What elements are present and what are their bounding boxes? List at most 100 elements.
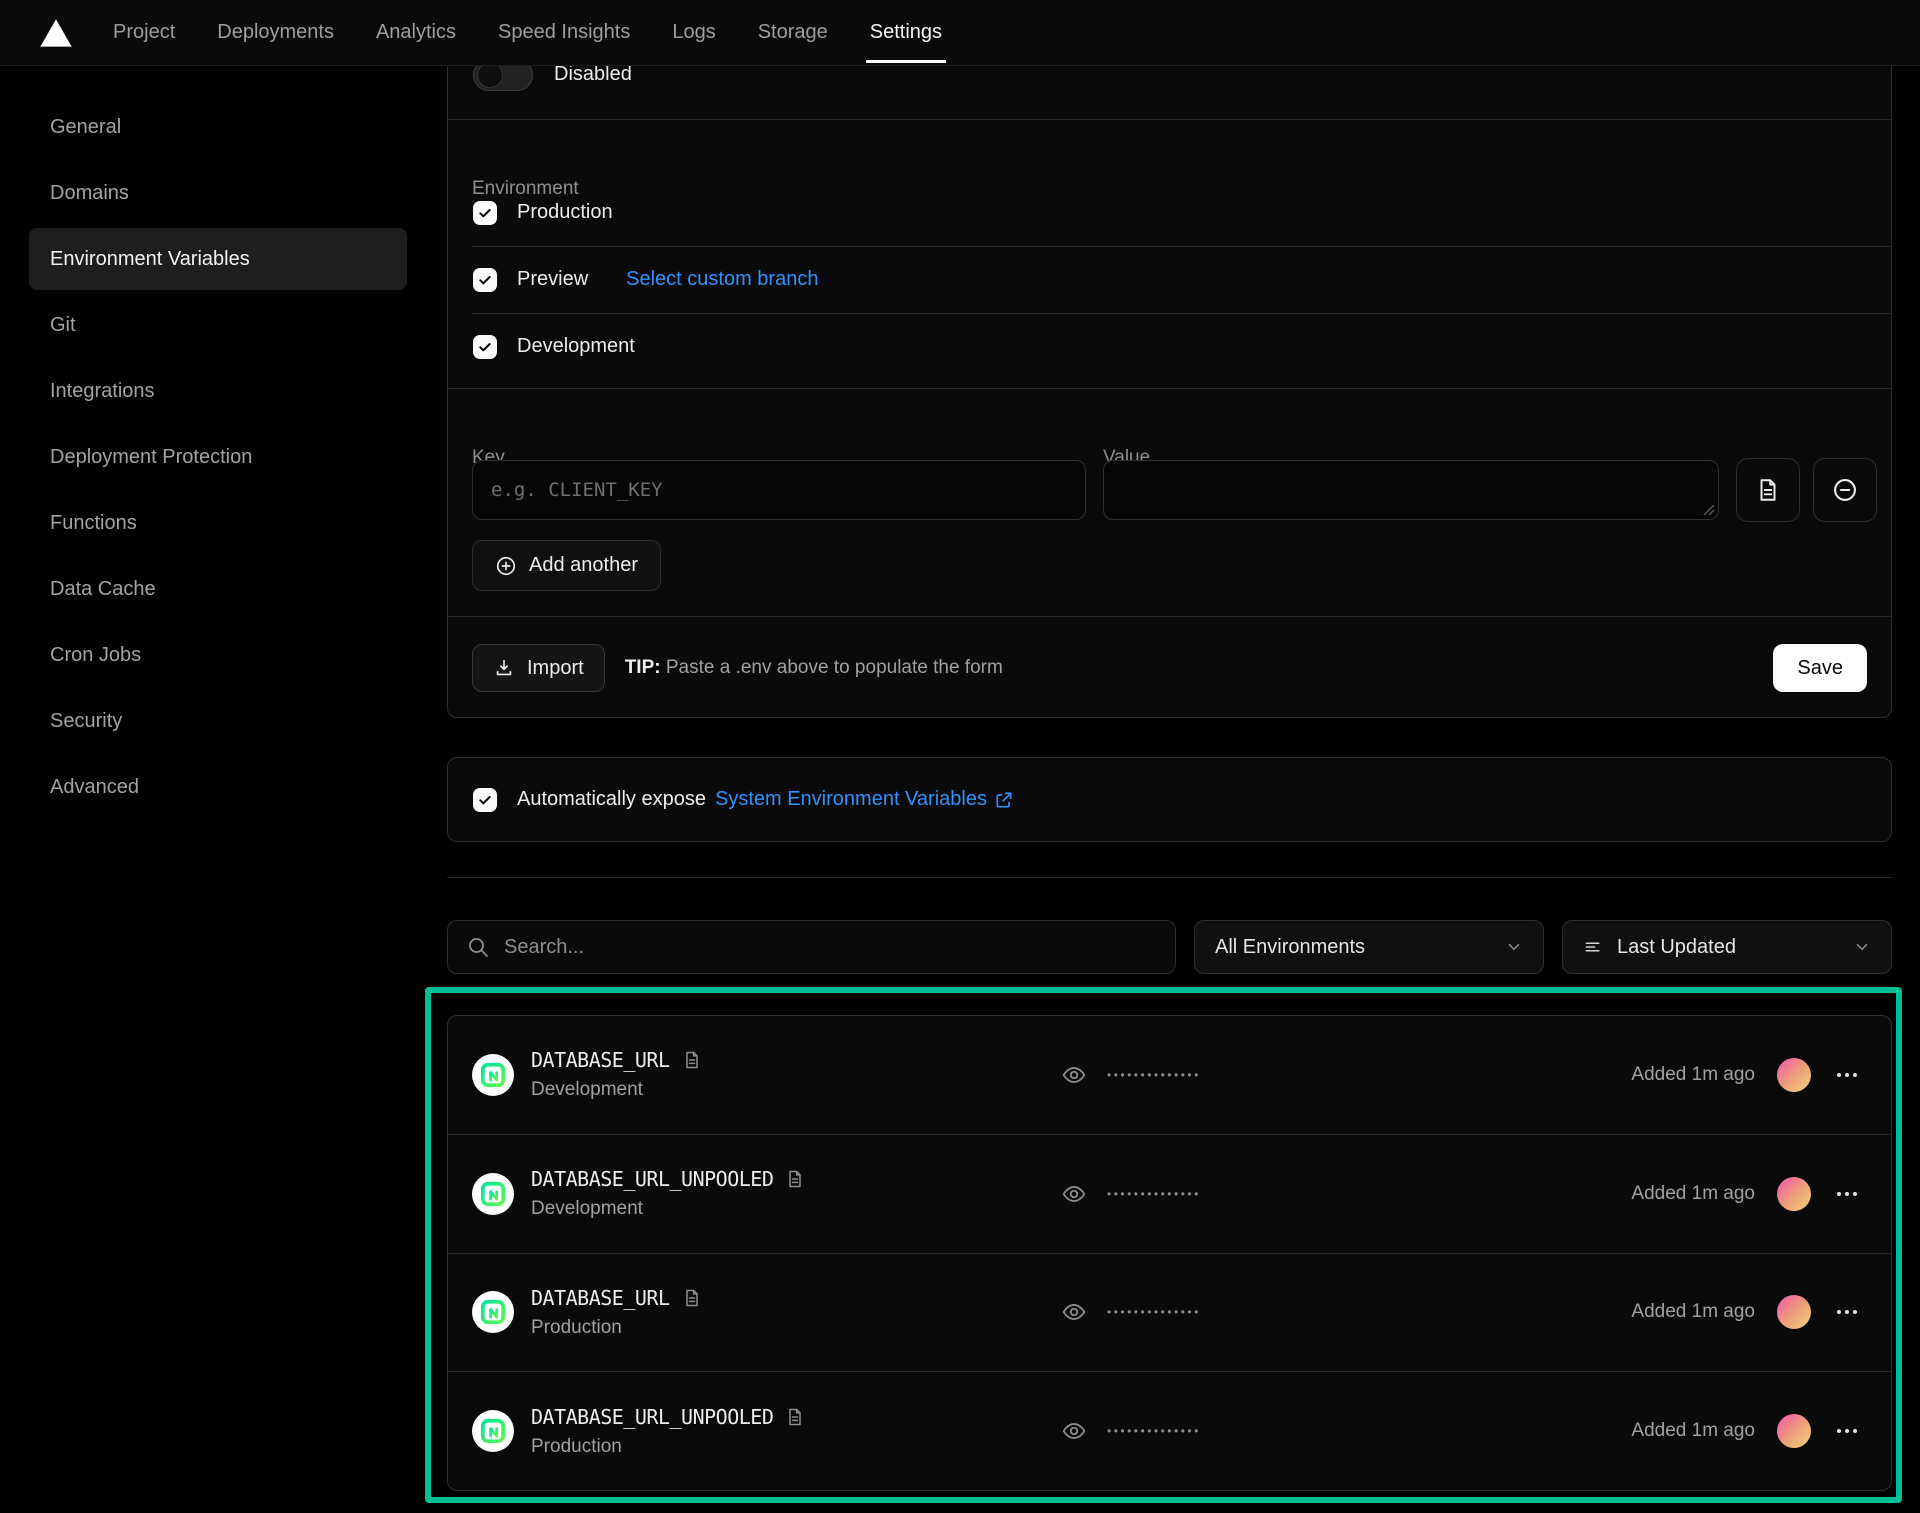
added-timestamp: Added 1m ago [1631, 1183, 1755, 1205]
sort-lines-icon [1583, 937, 1603, 957]
sidebar-item-general[interactable]: General [29, 96, 407, 158]
sidebar-item-functions[interactable]: Functions [29, 492, 407, 554]
sidebar-item-security[interactable]: Security [29, 690, 407, 752]
chevron-down-icon [1853, 938, 1871, 956]
sidebar-item-git[interactable]: Git [29, 294, 407, 356]
neon-integration-icon [472, 1054, 514, 1096]
vercel-logo-icon[interactable] [38, 17, 74, 49]
env-var-key: DATABASE_URL [531, 1048, 670, 1072]
select-custom-branch-link[interactable]: Select custom branch [626, 268, 818, 291]
divider [448, 388, 1891, 389]
search-box [447, 920, 1176, 974]
sidebar-item-domains[interactable]: Domains [29, 162, 407, 224]
masked-value-group: •••••••••••••• [1061, 1062, 1201, 1088]
key-input[interactable] [472, 460, 1086, 520]
auto-expose-label: Automatically expose [517, 788, 706, 811]
value-input[interactable] [1103, 460, 1719, 520]
toggle-label: Disabled [554, 63, 632, 86]
sidebar-item-environment-variables[interactable]: Environment Variables [29, 228, 407, 290]
environment-variables-content: Disabled Environment Production Preview … [447, 0, 1892, 1513]
auto-expose-checkbox[interactable] [473, 788, 497, 812]
search-icon [466, 935, 490, 959]
note-icon[interactable] [682, 1288, 702, 1308]
nav-analytics[interactable]: Analytics [376, 21, 456, 44]
note-icon[interactable] [785, 1407, 805, 1427]
env-var-environment: Production [531, 1317, 1061, 1339]
env-var-key: DATABASE_URL [531, 1286, 670, 1310]
env-var-key: DATABASE_URL_UNPOOLED [531, 1167, 773, 1191]
check-icon [477, 205, 493, 221]
filter-row: All Environments Last Updated [447, 920, 1892, 974]
chevron-down-icon [1505, 938, 1523, 956]
masked-value-group: •••••••••••••• [1061, 1299, 1201, 1325]
note-icon[interactable] [682, 1050, 702, 1070]
development-checkbox[interactable] [473, 335, 497, 359]
user-avatar [1777, 1177, 1811, 1211]
environment-filter-dropdown[interactable]: All Environments [1194, 920, 1544, 974]
env-checkbox-row-development: Development [448, 313, 1891, 380]
env-var-row[interactable]: DATABASE_URL Production •••••••••••••• [448, 1253, 1891, 1372]
env-var-key: DATABASE_URL_UNPOOLED [531, 1405, 773, 1429]
row-meta: Added 1m ago [1631, 1177, 1859, 1211]
env-var-name-column: DATABASE_URL_UNPOOLED Development [531, 1167, 1061, 1220]
system-env-vars-link[interactable]: System Environment Variables [715, 788, 1014, 811]
user-avatar [1777, 1295, 1811, 1329]
top-nav: Project Deployments Analytics Speed Insi… [0, 0, 1920, 66]
added-timestamp: Added 1m ago [1631, 1301, 1755, 1323]
nav-storage[interactable]: Storage [758, 21, 828, 44]
add-another-button[interactable]: Add another [472, 540, 661, 591]
production-checkbox[interactable] [473, 201, 497, 225]
divider [447, 877, 1892, 878]
eye-icon[interactable] [1061, 1062, 1087, 1088]
sidebar-item-cron-jobs[interactable]: Cron Jobs [29, 624, 407, 686]
sidebar-item-data-cache[interactable]: Data Cache [29, 558, 407, 620]
save-button[interactable]: Save [1773, 644, 1867, 692]
env-var-list: DATABASE_URL Development •••••••••••••• [447, 1015, 1892, 1491]
add-env-var-card: Disabled Environment Production Preview … [447, 30, 1892, 718]
env-var-environment: Development [531, 1079, 1061, 1101]
import-button[interactable]: Import [472, 644, 605, 692]
paste-env-file-button[interactable] [1736, 458, 1800, 522]
nav-project[interactable]: Project [113, 21, 175, 44]
search-input[interactable] [448, 921, 1175, 973]
import-label: Import [527, 657, 584, 680]
tip-text: TIP: Paste a .env above to populate the … [625, 657, 1003, 679]
masked-value: •••••••••••••• [1107, 1187, 1201, 1201]
row-meta: Added 1m ago [1631, 1414, 1859, 1448]
note-icon[interactable] [785, 1169, 805, 1189]
eye-icon[interactable] [1061, 1418, 1087, 1444]
more-menu-icon[interactable] [1835, 1304, 1859, 1320]
row-meta: Added 1m ago [1631, 1295, 1859, 1329]
minus-circle-icon [1831, 476, 1859, 504]
nav-deployments[interactable]: Deployments [217, 21, 334, 44]
preview-checkbox[interactable] [473, 268, 497, 292]
masked-value: •••••••••••••• [1107, 1424, 1201, 1438]
masked-value-group: •••••••••••••• [1061, 1418, 1201, 1444]
env-var-row[interactable]: DATABASE_URL Development •••••••••••••• [448, 1016, 1891, 1134]
masked-value: •••••••••••••• [1107, 1305, 1201, 1319]
sort-dropdown[interactable]: Last Updated [1562, 920, 1892, 974]
env-var-environment: Development [531, 1198, 1061, 1220]
check-icon [477, 272, 493, 288]
env-var-row[interactable]: DATABASE_URL_UNPOOLED Production •••••••… [448, 1371, 1891, 1490]
sidebar-item-deployment-protection[interactable]: Deployment Protection [29, 426, 407, 488]
nav-speed-insights[interactable]: Speed Insights [498, 21, 630, 44]
env-var-name-column: DATABASE_URL Production [531, 1286, 1061, 1339]
env-var-row[interactable]: DATABASE_URL_UNPOOLED Development ••••••… [448, 1134, 1891, 1253]
more-menu-icon[interactable] [1835, 1423, 1859, 1439]
masked-value: •••••••••••••• [1107, 1068, 1201, 1082]
download-icon [493, 657, 515, 679]
remove-row-button[interactable] [1813, 458, 1877, 522]
sidebar-item-advanced[interactable]: Advanced [29, 756, 407, 818]
more-menu-icon[interactable] [1835, 1186, 1859, 1202]
nav-logs[interactable]: Logs [672, 21, 715, 44]
eye-icon[interactable] [1061, 1181, 1087, 1207]
more-menu-icon[interactable] [1835, 1067, 1859, 1083]
neon-integration-icon [472, 1291, 514, 1333]
sort-value: Last Updated [1617, 936, 1839, 959]
nav-settings[interactable]: Settings [870, 21, 942, 44]
check-icon [477, 792, 493, 808]
env-var-environment: Production [531, 1436, 1061, 1458]
sidebar-item-integrations[interactable]: Integrations [29, 360, 407, 422]
eye-icon[interactable] [1061, 1299, 1087, 1325]
